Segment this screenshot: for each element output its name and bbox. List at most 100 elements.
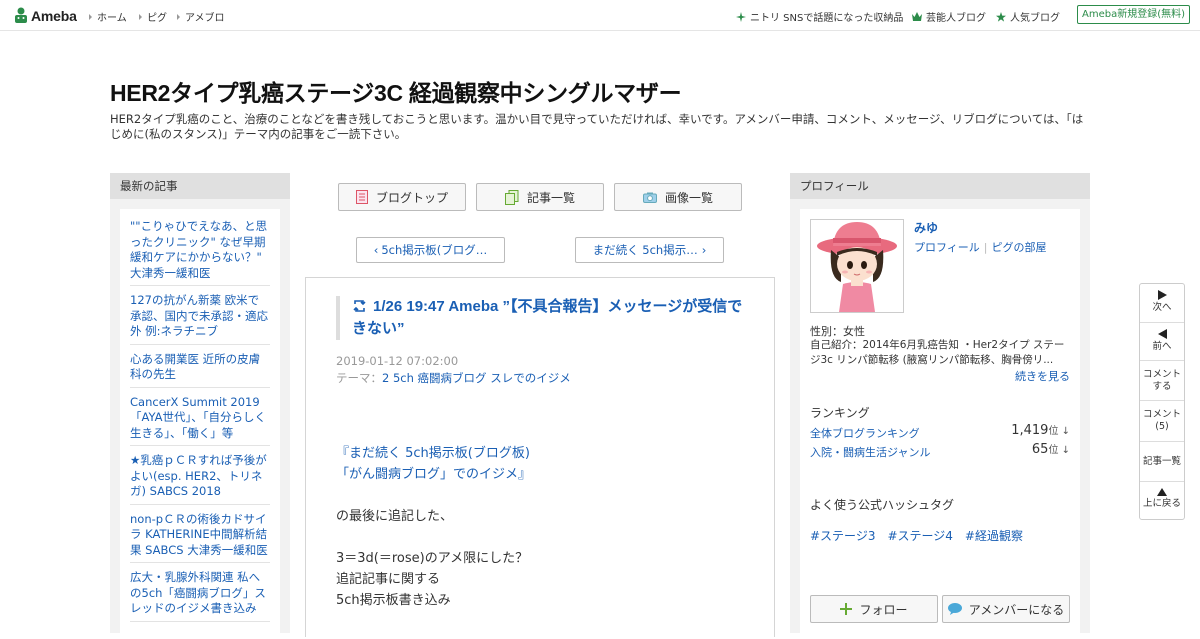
- tab-image-list-label: 画像一覧: [664, 190, 713, 205]
- ranking-number: 1,419: [1011, 423, 1049, 438]
- back-to-top-label: 上に戻る: [1142, 498, 1181, 509]
- recent-article-item[interactable]: non-pＣＲの術後カドサイラ KATHERINE中間解析結果 SABCS 大津…: [130, 505, 270, 563]
- prev-label: 前へ: [1152, 341, 1172, 352]
- ranking-label[interactable]: 入院・闘病生活ジャンル: [810, 446, 930, 459]
- link-nitori[interactable]: ニトリ SNSで話題になった収納品: [736, 9, 903, 24]
- tab-blog-top-label: ブログトップ: [375, 190, 448, 205]
- ranking-value: 1,419位 ↓: [1011, 422, 1070, 438]
- logo-text: Ameba: [31, 8, 77, 24]
- recent-article-item[interactable]: ★乳癌ｐＣＲすれば予後がよい(esp. HER2、トリネガ) SABCS 201…: [130, 446, 270, 505]
- amember-button[interactable]: アメンバーになる: [942, 595, 1070, 623]
- follow-label: フォロー: [859, 602, 908, 617]
- next-button[interactable]: 次へ: [1140, 284, 1184, 323]
- avatar[interactable]: [810, 219, 904, 313]
- tab-article-list-label: 記事一覧: [526, 190, 575, 205]
- follow-button[interactable]: フォロー: [810, 595, 938, 623]
- article-title-text: 1/26 19:47 Ameba ”【不具合報告】メッセージが受信できない”: [352, 298, 743, 337]
- play-right-icon: [1157, 290, 1167, 300]
- ranking-row: 全体ブログランキング 1,419位 ↓: [810, 422, 1070, 441]
- profile-sex: 性別：女性: [810, 325, 865, 338]
- article-list-label: 記事一覧: [1142, 456, 1181, 467]
- top-bar: Ameba ホーム ピグ アメブロ ニトリ SNSで話題になった収納品 芸能人ブ…: [0, 0, 1200, 31]
- comment-label-2: する: [1152, 381, 1172, 392]
- prev-button[interactable]: 前へ: [1140, 323, 1184, 361]
- hashtag[interactable]: #ステージ3: [810, 529, 875, 543]
- play-left-icon: [1157, 329, 1167, 339]
- camera-icon: [642, 192, 657, 203]
- profile-link[interactable]: プロフィール: [914, 241, 980, 254]
- nav-pigg[interactable]: ピグ: [139, 9, 167, 24]
- link-popular-blog[interactable]: 人気ブログ: [996, 9, 1060, 24]
- read-more-link[interactable]: 続きを見る: [1015, 368, 1070, 384]
- tab-blog-top[interactable]: ブログトップ: [338, 183, 466, 211]
- pigg-room-link[interactable]: ピグの部屋: [992, 241, 1047, 254]
- profile-sidebar: プロフィール みゆ プロフィール | ピグの部屋 性別：女性 自己紹介：2014…: [790, 173, 1090, 639]
- link-popular-blog-label: 人気ブログ: [1010, 13, 1060, 24]
- caret-icon: [139, 13, 142, 20]
- theme-label: テーマ：: [336, 371, 382, 385]
- crown-icon: [912, 12, 922, 21]
- ranking-label[interactable]: 全体ブログランキング: [810, 427, 920, 440]
- link-celebrity-blog[interactable]: 芸能人ブログ: [912, 9, 986, 24]
- nav-home[interactable]: ホーム: [89, 9, 127, 24]
- body-text: 3＝3d(＝rose)のアメ限にした？: [336, 551, 529, 566]
- star-icon: [996, 11, 1006, 22]
- ameba-logo-icon: [14, 7, 28, 25]
- comment-count-button[interactable]: コメント (5): [1140, 401, 1184, 442]
- reblog-icon: [353, 300, 366, 312]
- comment-count-label: コメント: [1142, 409, 1181, 420]
- separator: |: [983, 241, 988, 254]
- prev-article-label: 5ch掲示板(ブログ…: [381, 243, 488, 257]
- ranking-value: 65位 ↓: [1032, 441, 1070, 457]
- article: 1/26 19:47 Ameba ”【不具合報告】メッセージが受信できない” 2…: [305, 277, 775, 637]
- recent-article-item[interactable]: CancerX Summit 2019「AYA世代」、「自分らしく生きる」、「働…: [130, 388, 270, 446]
- nav-pigg-label: ピグ: [147, 13, 167, 24]
- tab-article-list[interactable]: 記事一覧: [476, 183, 604, 211]
- hashtag-list: #ステージ3 #ステージ4 #経過観察: [810, 527, 1035, 544]
- ranking-row: 入院・闘病生活ジャンル 65位 ↓: [810, 441, 1070, 460]
- ranking-title: ランキング: [810, 406, 870, 420]
- article-list-button[interactable]: 記事一覧: [1140, 442, 1184, 482]
- arrow-down-icon: ↓: [1058, 426, 1070, 437]
- next-article-button[interactable]: まだ続く 5ch掲示… ›: [575, 237, 724, 263]
- recent-articles-list: ""こりゃひでえなあ、と思ったクリニック" なぜ早期緩和ケアにかからない？" 大…: [120, 209, 280, 639]
- comment-button[interactable]: コメント する: [1140, 361, 1184, 401]
- recent-article-item[interactable]: 広大・乳腺外科関連 私への5ch「癌闘病ブログ」スレッドのイジメ書き込み: [130, 563, 270, 622]
- floating-nav: 次へ 前へ コメント する コメント (5) 記事一覧 上に戻る: [1139, 283, 1185, 520]
- signup-button[interactable]: Ameba新規登録(無料): [1077, 5, 1190, 24]
- profile-intro: 自己紹介：2014年6月乳癌告知 ・Her2タイプ ステージ3c リンパ節転移 …: [810, 339, 1065, 366]
- comment-count: (5): [1155, 421, 1169, 432]
- caret-icon: [89, 13, 92, 20]
- ranking-number: 65: [1031, 442, 1049, 457]
- recent-article-item[interactable]: 127の抗がん新薬 欧米で承認、国内で未承認・適応外 例:ネラチニブ: [130, 286, 270, 345]
- blog-title[interactable]: HER2タイプ乳癌ステージ3C 経過観察中シングルマザー: [110, 74, 682, 108]
- ameba-logo[interactable]: Ameba: [14, 6, 77, 26]
- recent-article-item[interactable]: ""こりゃひでえなあ、と思ったクリニック" なぜ早期緩和ケアにかからない？" 大…: [130, 209, 270, 286]
- article-title[interactable]: 1/26 19:47 Ameba ”【不具合報告】メッセージが受信できない”: [336, 296, 746, 340]
- next-label: 次へ: [1152, 302, 1172, 313]
- back-to-top-button[interactable]: 上に戻る: [1140, 482, 1184, 519]
- article-theme: テーマ：2 5ch 癌闘病ブログ スレでのイジメ: [336, 370, 571, 386]
- article-link-line[interactable]: 『まだ続く 5ch掲示板(ブログ板): [336, 443, 756, 464]
- next-article-label: まだ続く 5ch掲示…: [592, 243, 698, 257]
- recent-article-item[interactable]: 心ある開業医 近所の皮膚科の先生: [130, 345, 270, 388]
- sparkle-icon: [736, 11, 746, 22]
- blog-description: HER2タイプ乳癌のこと、治療のことなどを書き残しておこうと思います。温かい目で…: [110, 112, 1084, 141]
- profile-heading: プロフィール: [790, 173, 1090, 199]
- article-link-line[interactable]: 「がん闘病ブログ」でのイジメ』: [336, 464, 756, 485]
- hashtag[interactable]: #ステージ4: [887, 529, 952, 543]
- theme-link[interactable]: 2 5ch 癌闘病ブログ スレでのイジメ: [382, 371, 571, 385]
- tab-image-list[interactable]: 画像一覧: [614, 183, 742, 211]
- ranking-unit: 位: [1048, 426, 1059, 437]
- plus-icon: [840, 603, 853, 615]
- nav-ameblo[interactable]: アメブロ: [177, 9, 225, 24]
- profile-name[interactable]: みゆ: [914, 219, 938, 236]
- chevron-right-icon: ›: [701, 243, 707, 257]
- hashtag-title: よく使う公式ハッシュタグ: [810, 498, 955, 512]
- link-nitori-label: ニトリ SNSで話題になった収納品: [750, 13, 904, 24]
- caret-icon: [177, 13, 180, 20]
- prev-article-button[interactable]: ‹ 5ch掲示板(ブログ…: [356, 237, 505, 263]
- body-text: 5ch掲示板書き込み: [336, 593, 451, 608]
- hashtag[interactable]: #経過観察: [965, 529, 1023, 543]
- profile-links: プロフィール | ピグの部屋: [914, 239, 1047, 255]
